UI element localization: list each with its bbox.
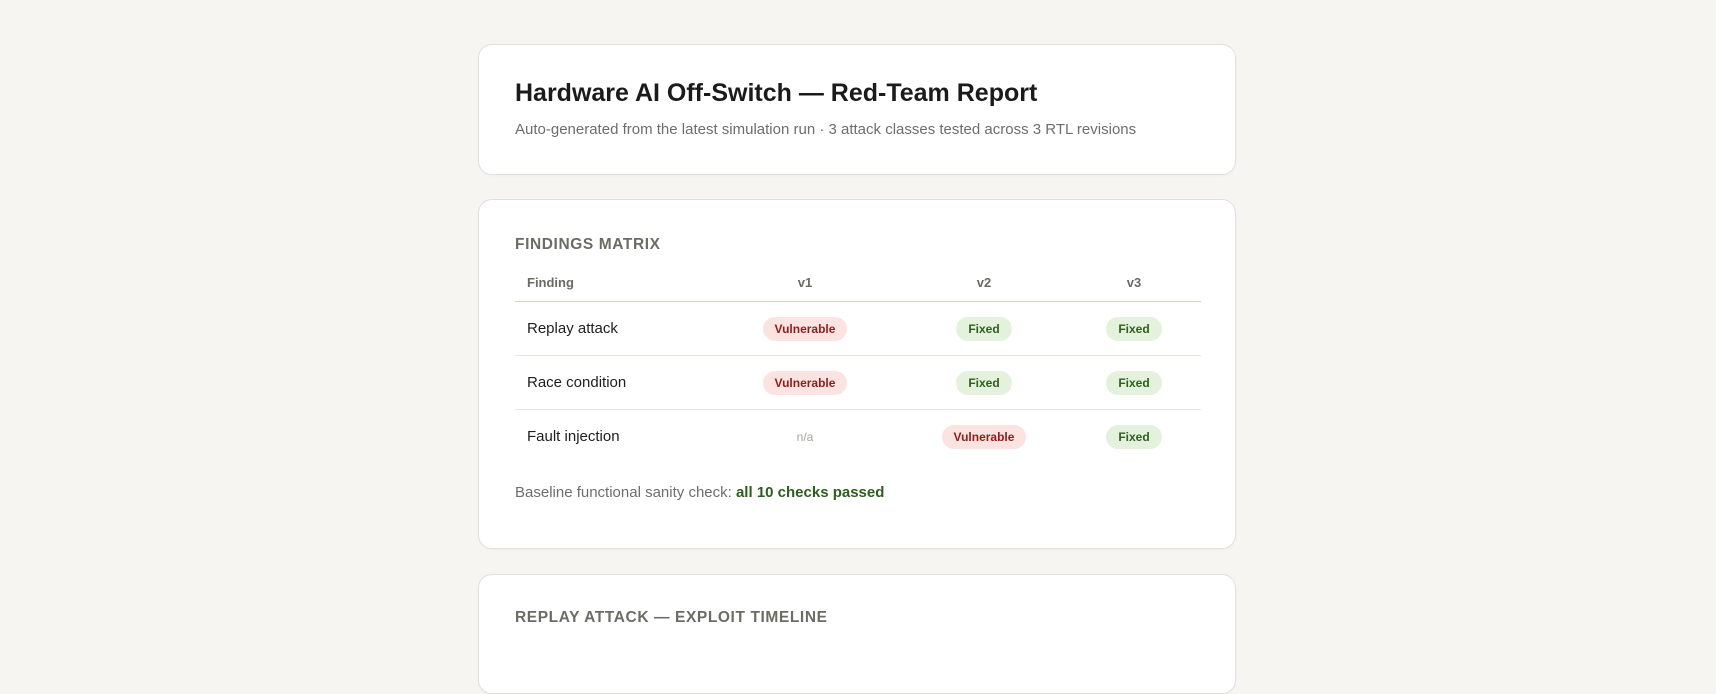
report-header-card: Hardware AI Off-Switch — Red-Team Report…: [478, 44, 1236, 175]
status-badge-fixed: Fixed: [1106, 370, 1162, 395]
findings-matrix-card: FINDINGS MATRIX Finding v1 v2 v3 Replay …: [478, 199, 1236, 549]
status-badge-fixed: Fixed: [1106, 424, 1162, 449]
sanity-check-summary: Baseline functional sanity check: all 10…: [515, 484, 884, 501]
findings-table: Finding v1 v2 v3 Replay attack Vulnerabl…: [515, 263, 1201, 463]
status-cell-v2: Vulnerable: [901, 410, 1067, 464]
status-badge-fixed: Fixed: [956, 370, 1012, 395]
finding-name: Replay attack: [515, 301, 709, 356]
status-badge-fixed: Fixed: [956, 316, 1012, 341]
table-row: Replay attack Vulnerable Fixed Fixed: [515, 301, 1201, 356]
table-row: Fault injection n/a Vulnerable Fixed: [515, 410, 1201, 464]
status-cell-v1: Vulnerable: [709, 301, 901, 356]
status-cell-v1: Vulnerable: [709, 355, 901, 410]
sanity-check-result: all 10 checks passed: [735, 484, 885, 501]
status-not-applicable: n/a: [796, 429, 814, 444]
exploit-timeline-title: REPLAY ATTACK — EXPLOIT TIMELINE: [515, 609, 828, 626]
status-cell-v3: Fixed: [1067, 301, 1201, 356]
column-header-finding: Finding: [515, 263, 709, 302]
status-badge-vulnerable: Vulnerable: [762, 370, 848, 395]
status-cell-v1: n/a: [709, 410, 901, 464]
status-badge-fixed: Fixed: [1106, 316, 1162, 341]
status-cell-v2: Fixed: [901, 301, 1067, 356]
status-badge-vulnerable: Vulnerable: [762, 316, 848, 341]
column-header-v2: v2: [901, 263, 1067, 302]
exploit-timeline-card: REPLAY ATTACK — EXPLOIT TIMELINE: [478, 574, 1236, 694]
findings-matrix-title: FINDINGS MATRIX: [515, 236, 661, 253]
report-subtitle: Auto-generated from the latest simulatio…: [515, 121, 1137, 138]
table-header-row: Finding v1 v2 v3: [515, 263, 1201, 302]
status-cell-v2: Fixed: [901, 355, 1067, 410]
status-cell-v3: Fixed: [1067, 410, 1201, 464]
status-badge-vulnerable: Vulnerable: [941, 424, 1027, 449]
status-cell-v3: Fixed: [1067, 355, 1201, 410]
column-header-v1: v1: [709, 263, 901, 302]
sanity-check-label: Baseline functional sanity check:: [515, 484, 732, 501]
finding-name: Fault injection: [527, 428, 620, 445]
report-title: Hardware AI Off-Switch — Red-Team Report: [515, 79, 1038, 107]
table-row: Race condition Vulnerable Fixed Fixed: [515, 355, 1201, 410]
column-header-v3: v3: [1067, 263, 1201, 302]
finding-name: Race condition: [515, 355, 709, 410]
